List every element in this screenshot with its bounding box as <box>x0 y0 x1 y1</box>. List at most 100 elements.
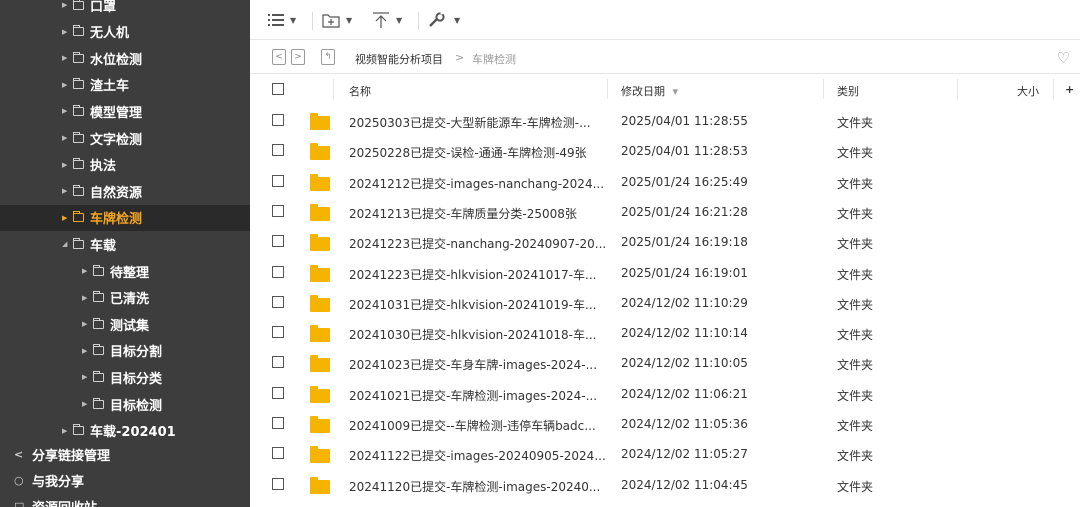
table-row[interactable]: 20241009已提交--车牌检测-违停车辆badc... 2024/12/02 … <box>250 408 1080 438</box>
collapsed-arrow-icon[interactable]: ▶ <box>82 373 89 381</box>
file-name[interactable]: 20241212已提交-images-nanchang-2024... <box>349 175 604 192</box>
table-row[interactable]: 20241120已提交-车牌检测-images-20240... 2024/12/… <box>250 469 1080 499</box>
table-row[interactable]: 20241030已提交-hlkvision-20241018-车... 2024/… <box>250 317 1080 347</box>
tree-item[interactable]: ▶ 口罩 <box>0 0 250 18</box>
row-checkbox[interactable] <box>272 144 284 157</box>
collapsed-arrow-icon[interactable]: ▶ <box>62 28 69 36</box>
collapsed-arrow-icon[interactable]: ▶ <box>62 134 69 142</box>
collapsed-arrow-icon[interactable]: ▶ <box>62 427 69 435</box>
file-name[interactable]: 20250303已提交-大型新能源车-车牌检测-... <box>349 114 591 131</box>
sidebar-section-item[interactable]: □ 资源回收站 <box>0 493 250 507</box>
tree-item[interactable]: ▶ 无人机 <box>0 19 250 45</box>
row-checkbox[interactable] <box>272 114 284 126</box>
collapsed-arrow-icon[interactable]: ▶ <box>62 161 69 169</box>
tree-item[interactable]: ▶ 目标分割 <box>0 338 250 364</box>
table-row[interactable]: 20250228已提交-误检-通通-车牌检测-49张 2025/04/01 11:… <box>250 135 1080 165</box>
tree-item[interactable]: ▶ 待整理 <box>0 258 250 284</box>
row-checkbox[interactable] <box>272 326 284 339</box>
folder-icon <box>73 25 84 37</box>
collapsed-arrow-icon[interactable]: ▶ <box>62 1 69 9</box>
table-row[interactable]: 20241212已提交-images-nanchang-2024... 2025/… <box>250 166 1080 196</box>
back-button[interactable]: < <box>272 49 286 65</box>
tree-item-label: 水位检测 <box>90 52 143 68</box>
tree-item[interactable]: ▶ 目标检测 <box>0 391 250 417</box>
row-checkbox[interactable] <box>272 356 284 369</box>
tree-item[interactable]: ▶ 目标分类 <box>0 364 250 390</box>
row-checkbox[interactable] <box>272 386 284 399</box>
expanded-arrow-icon[interactable]: ◢ <box>62 240 69 248</box>
tree-item[interactable]: ▶ 文字检测 <box>0 125 250 151</box>
row-checkbox[interactable] <box>272 477 284 490</box>
collapsed-arrow-icon[interactable]: ▶ <box>62 187 69 195</box>
column-date[interactable]: 修改日期 ▾ <box>621 83 678 99</box>
collapsed-arrow-icon[interactable]: ▶ <box>62 214 69 222</box>
table-row[interactable]: 20241023已提交-车身车牌-images-2024-... 2024/12/… <box>250 347 1080 377</box>
breadcrumb-item[interactable]: 视频智能分析项目 <box>355 51 443 67</box>
row-checkbox[interactable] <box>272 204 284 217</box>
folder-icon <box>310 264 330 282</box>
new-folder-button[interactable]: ▼ <box>322 8 352 32</box>
collapsed-arrow-icon[interactable]: ▶ <box>62 54 69 62</box>
tree-item[interactable]: ▶ 已清洗 <box>0 285 250 311</box>
collapsed-arrow-icon[interactable]: ▶ <box>82 267 89 275</box>
table-header: 名称 修改日期 ▾ 类别 大小 + <box>250 75 1080 103</box>
forward-button[interactable]: > <box>291 49 305 65</box>
row-checkbox[interactable] <box>272 295 284 308</box>
file-name[interactable]: 20241023已提交-车身车牌-images-2024-... <box>349 356 597 373</box>
collapsed-arrow-icon[interactable]: ▶ <box>62 107 69 115</box>
file-name[interactable]: 20241223已提交-hlkvision-20241017-车... <box>349 266 596 283</box>
collapsed-arrow-icon[interactable]: ▶ <box>62 81 69 89</box>
file-name[interactable]: 20241031已提交-hlkvision-20241019-车... <box>349 296 596 313</box>
tools-button[interactable]: ▼ <box>428 8 460 32</box>
file-name[interactable]: 20241122已提交-images-20240905-2024... <box>349 447 606 464</box>
file-type: 文件夹 <box>837 449 874 464</box>
add-column-button[interactable]: + <box>1065 83 1074 96</box>
tree-item[interactable]: ▶ 自然资源 <box>0 178 250 204</box>
row-checkbox[interactable] <box>272 235 284 248</box>
row-checkbox[interactable] <box>272 447 284 460</box>
column-type[interactable]: 类别 <box>837 83 859 99</box>
tree-item[interactable]: ▶ 测试集 <box>0 311 250 337</box>
file-type: 文件夹 <box>837 358 874 373</box>
up-level-button[interactable]: ↰ <box>321 49 335 65</box>
folder-icon <box>73 0 84 10</box>
tree-item[interactable]: ▶ 模型管理 <box>0 98 250 124</box>
sidebar-section-item[interactable]: ○ 与我分享 <box>0 467 250 493</box>
collapsed-arrow-icon[interactable]: ▶ <box>82 294 89 302</box>
table-row[interactable]: 20241021已提交-车牌检测-images-2024-... 2024/12/… <box>250 378 1080 408</box>
tree-item[interactable]: ▶ 渣土车 <box>0 72 250 98</box>
file-name[interactable]: 20241030已提交-hlkvision-20241018-车... <box>349 326 596 343</box>
column-name[interactable]: 名称 <box>349 83 371 99</box>
table-row[interactable]: 20241213已提交-车牌质量分类-25008张 2025/01/24 16:2… <box>250 196 1080 226</box>
select-all-checkbox[interactable] <box>272 83 284 95</box>
tree-item[interactable]: ▶ 车牌检测 <box>0 204 250 231</box>
file-name[interactable]: 20250228已提交-误检-通通-车牌检测-49张 <box>349 144 587 161</box>
tree-item[interactable]: ▶ 执法 <box>0 152 250 178</box>
collapsed-arrow-icon[interactable]: ▶ <box>82 400 89 408</box>
view-mode-button[interactable]: ▼ <box>268 8 296 32</box>
table-row[interactable]: 20241031已提交-hlkvision-20241019-车... 2024/… <box>250 287 1080 317</box>
file-name[interactable]: 20241223已提交-nanchang-20240907-20... <box>349 235 606 252</box>
file-type: 文件夹 <box>837 116 874 130</box>
upload-button[interactable]: ▼ <box>372 8 402 32</box>
table-row[interactable]: 20250303已提交-大型新能源车-车牌检测-... 2025/04/01 11… <box>250 105 1080 135</box>
folder-icon <box>310 143 330 161</box>
table-row[interactable]: 20241223已提交-hlkvision-20241017-车... 2025/… <box>250 257 1080 287</box>
favorite-icon[interactable]: ♡ <box>1057 49 1070 67</box>
file-name[interactable]: 20241009已提交--车牌检测-违停车辆badc... <box>349 417 596 434</box>
file-name[interactable]: 20241213已提交-车牌质量分类-25008张 <box>349 205 577 222</box>
collapsed-arrow-icon[interactable]: ▶ <box>82 347 89 355</box>
file-name[interactable]: 20241120已提交-车牌检测-images-20240... <box>349 478 600 495</box>
collapsed-arrow-icon[interactable]: ▶ <box>82 320 89 328</box>
file-name[interactable]: 20241021已提交-车牌检测-images-2024-... <box>349 387 597 404</box>
tree-item[interactable]: ▶ 车载-202401 <box>0 418 250 444</box>
column-size[interactable]: 大小 <box>1017 83 1039 99</box>
row-checkbox[interactable] <box>272 417 284 429</box>
row-checkbox[interactable] <box>272 265 284 278</box>
sidebar-section-item[interactable]: < 分享链接管理 <box>0 441 250 467</box>
table-row[interactable]: 20241122已提交-images-20240905-2024... 2024/… <box>250 438 1080 468</box>
tree-item[interactable]: ◢ 车载 <box>0 231 250 257</box>
row-checkbox[interactable] <box>272 174 284 187</box>
tree-item[interactable]: ▶ 水位检测 <box>0 45 250 71</box>
table-row[interactable]: 20241223已提交-nanchang-20240907-20... 2025/… <box>250 226 1080 256</box>
